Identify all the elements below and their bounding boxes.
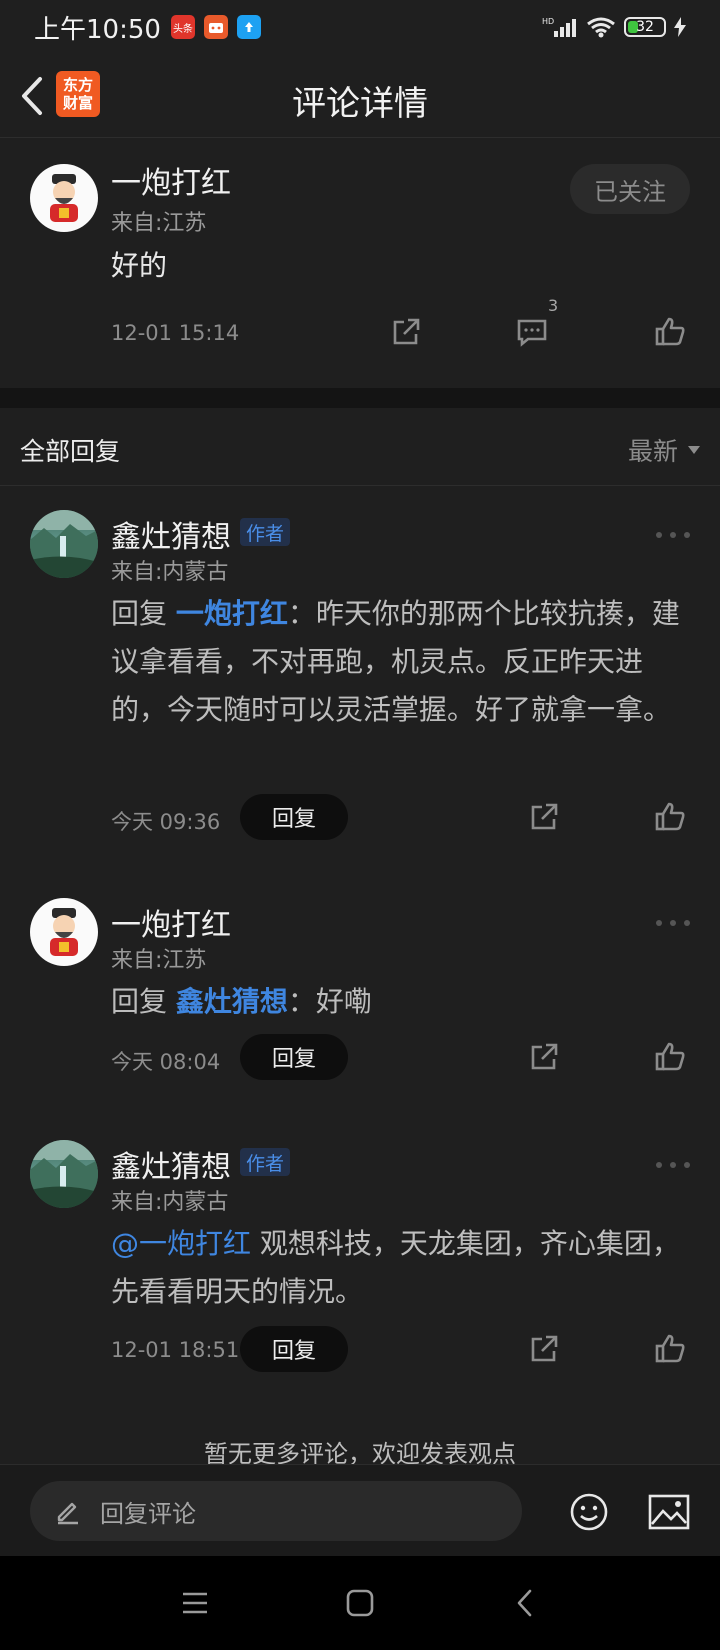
reply-prefix: 回复 — [111, 597, 176, 630]
reply-input[interactable]: 回复评论 — [30, 1481, 522, 1541]
share-button[interactable] — [525, 798, 563, 836]
nav-header: 东方 财富 评论详情 — [0, 54, 720, 138]
reply-prefix: 回复 — [111, 985, 176, 1018]
reply-input-placeholder: 回复评论 — [100, 1499, 196, 1528]
user-name[interactable]: 一炮打红 — [111, 900, 231, 944]
app-notification-icon — [203, 15, 228, 39]
replies-header: 全部回复 最新 — [0, 408, 720, 486]
upload-notification-icon — [236, 15, 261, 39]
like-button[interactable] — [651, 313, 689, 351]
reply-time: 今天 09:36 — [111, 810, 221, 834]
landscape-avatar-icon — [30, 1140, 98, 1208]
reply-item: 鑫灶猜想 作者 来自:内蒙古 @一炮打红 观想科技，天龙集团，齐心集团，先看看明… — [0, 1116, 720, 1396]
share-icon — [531, 803, 558, 830]
like-icon — [655, 802, 685, 831]
reply-input-bar: 回复评论 — [0, 1464, 720, 1556]
share-button[interactable] — [525, 1330, 563, 1368]
wifi-icon — [587, 17, 615, 38]
reply-button[interactable]: 回复 — [240, 794, 348, 840]
avatar[interactable] — [30, 898, 98, 966]
reply-button[interactable]: 回复 — [240, 1326, 348, 1372]
user-name[interactable]: 鑫灶猜想 — [111, 512, 231, 556]
user-location: 来自:江苏 — [111, 211, 207, 236]
user-name[interactable]: 一炮打红 — [111, 158, 231, 202]
god-of-wealth-avatar-icon — [50, 908, 78, 956]
more-icon[interactable] — [656, 918, 690, 928]
sort-dropdown[interactable]: 最新 — [628, 432, 700, 468]
emoji-icon — [570, 1493, 608, 1531]
pencil-icon — [57, 1502, 78, 1525]
reply-content: ：好嘞 — [287, 985, 372, 1018]
home-square-icon — [346, 1589, 374, 1617]
system-nav-bar — [0, 1556, 720, 1650]
section-divider — [0, 388, 720, 408]
share-icon — [393, 318, 420, 345]
reply-time: 12-01 18:51 — [111, 1338, 240, 1362]
author-badge: 作者 — [240, 1148, 291, 1176]
sort-label: 最新 — [627, 437, 678, 466]
more-icon[interactable] — [656, 530, 690, 540]
comment-button[interactable] — [513, 313, 551, 351]
reply-text: 回复 一炮打红：昨天你的那两个比较抗揍，建议拿看看，不对再跑，机灵点。反正昨天进… — [111, 590, 687, 734]
user-location: 来自:江苏 — [111, 948, 207, 973]
user-location: 来自:内蒙古 — [111, 1190, 229, 1215]
signal-icon: HD — [542, 17, 576, 37]
share-button[interactable] — [525, 1038, 563, 1076]
reply-time: 今天 08:04 — [111, 1050, 221, 1074]
author-badge: 作者 — [240, 518, 291, 546]
user-name[interactable]: 鑫灶猜想 — [111, 1142, 231, 1186]
comment-time: 12-01 15:14 — [111, 321, 240, 345]
share-icon — [531, 1043, 558, 1070]
reply-item: 鑫灶猜想 作者 来自:内蒙古 回复 一炮打红：昨天你的那两个比较抗揍，建议拿看看… — [0, 486, 720, 856]
mention-link[interactable]: 鑫灶猜想 — [176, 985, 288, 1018]
at-mention-link[interactable]: @一炮打红 — [111, 1227, 251, 1260]
chevron-left-icon — [517, 1589, 532, 1617]
god-of-wealth-avatar-icon — [50, 174, 78, 222]
page-title: 评论详情 — [292, 84, 428, 124]
comment-text: 好的 — [111, 249, 168, 282]
status-indicators: HD 32 — [542, 16, 686, 38]
battery-indicator: 32 — [624, 17, 666, 37]
reply-text: 回复 鑫灶猜想：好嘞 — [111, 978, 687, 1026]
user-location: 来自:内蒙古 — [111, 560, 229, 585]
more-icon[interactable] — [656, 1160, 690, 1170]
comment-count: 3 — [548, 296, 559, 315]
status-bar: 上午10:50 头条 HD 32 — [0, 0, 720, 54]
image-button[interactable] — [648, 1493, 690, 1531]
reply-button[interactable]: 回复 — [240, 1034, 348, 1080]
image-icon — [648, 1494, 690, 1530]
system-back-button[interactable] — [508, 1586, 542, 1620]
like-icon — [655, 1334, 685, 1363]
like-icon — [655, 1042, 685, 1071]
landscape-avatar-icon — [30, 510, 98, 578]
replies-title: 全部回复 — [20, 437, 121, 466]
like-button[interactable] — [651, 1330, 689, 1368]
like-icon — [655, 317, 685, 346]
share-icon — [531, 1335, 558, 1362]
caret-down-icon — [688, 446, 700, 454]
battery-level: 32 — [636, 19, 654, 35]
follow-button[interactable]: 已关注 — [570, 164, 690, 214]
status-time: 上午10:50 — [34, 14, 161, 45]
menu-button[interactable] — [178, 1586, 212, 1620]
emoji-button[interactable] — [568, 1491, 610, 1533]
menu-icon — [183, 1592, 207, 1614]
svg-text:HD: HD — [542, 17, 554, 26]
toutiao-notification-icon: 头条 — [170, 15, 195, 39]
share-button[interactable] — [387, 313, 425, 351]
home-button[interactable] — [343, 1586, 377, 1620]
avatar[interactable] — [30, 164, 98, 232]
mention-link[interactable]: 一炮打红 — [176, 597, 288, 630]
like-button[interactable] — [651, 1038, 689, 1076]
like-button[interactable] — [651, 798, 689, 836]
reply-text: @一炮打红 观想科技，天龙集团，齐心集团，先看看明天的情况。 — [111, 1220, 687, 1316]
main-comment: 一炮打红 来自:江苏 已关注 好的 12-01 15:14 3 — [0, 138, 720, 388]
avatar[interactable] — [30, 510, 98, 578]
avatar[interactable] — [30, 1140, 98, 1208]
charging-icon — [674, 17, 686, 37]
reply-item: 一炮打红 来自:江苏 回复 鑫灶猜想：好嘞 今天 08:04 回复 — [0, 874, 720, 1096]
comment-icon — [517, 319, 547, 347]
